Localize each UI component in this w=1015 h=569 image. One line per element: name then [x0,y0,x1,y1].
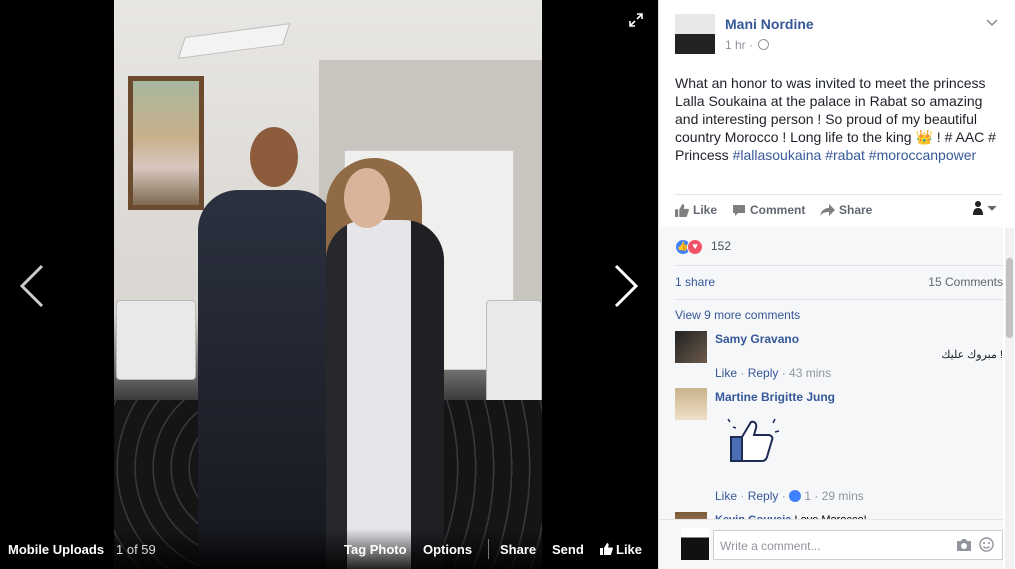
my-avatar [681,528,709,560]
comment-like-link[interactable]: Like [715,489,737,503]
ceiling-light [177,23,291,59]
chair-left [116,300,196,380]
album-link[interactable]: Mobile Uploads [8,542,104,557]
scroll-thumb[interactable] [1006,258,1013,338]
like-label: Like [616,542,643,557]
hashtag-link[interactable]: #lallasoukaina [733,147,822,163]
viewer-bottom-bar: Mobile Uploads 1 of 59 Tag Photo Options… [0,529,658,569]
comment-author[interactable]: Martine Brigitte Jung [715,390,835,404]
thumbs-up-icon [675,204,689,217]
post-text: What an honor to was invited to meet the… [675,74,1005,164]
post-like-button[interactable]: Like [675,203,717,217]
photo-counter: 1 of 59 [116,542,156,557]
post-timestamp[interactable]: 1 hr · [725,38,753,52]
emoji-icon[interactable] [979,537,994,552]
man-head [250,127,298,187]
fullscreen-icon[interactable] [628,12,644,28]
painting [128,76,204,210]
woman-face [344,168,390,228]
comment-avatar[interactable] [675,388,707,420]
comments-scrollbar[interactable] [1005,228,1014,569]
reaction-count[interactable]: 152 [711,239,731,253]
comments-count[interactable]: 15 Comments [928,275,1003,289]
man-figure [198,190,336,569]
shares-count[interactable]: 1 share [675,275,715,289]
comment-reply-link[interactable]: Reply [748,366,779,380]
comment-avatar[interactable] [675,331,707,363]
like-button[interactable]: Like [600,542,642,557]
comment-like-link[interactable]: Like [715,366,737,380]
divider [675,299,1003,300]
comment-reply-link[interactable]: Reply [748,489,779,503]
poster-avatar[interactable] [675,14,715,54]
next-arrow-icon[interactable] [612,262,640,310]
chevron-down-icon[interactable] [985,16,999,30]
send-button[interactable]: Send [552,542,584,557]
comment-actions: Like · Reply · 1 · 29 mins [715,489,864,503]
post-share-label: Share [839,203,873,217]
crown-emoji-icon: 👑 [915,129,933,145]
divider [488,539,489,559]
view-more-comments-link[interactable]: View 9 more comments [675,308,800,322]
post-like-label: Like [693,203,718,217]
divider [675,194,1002,195]
comment-like-count[interactable]: 1 [804,489,811,503]
post-panel: Mani Nordine 1 hr · What an honor to was… [658,0,1015,569]
comment-composer: Write a comment... [659,519,1003,569]
comment-icon [733,205,745,216]
share-arrow-icon [820,204,835,216]
globe-icon [758,39,769,50]
photo-viewer: Mobile Uploads 1 of 59 Tag Photo Options… [0,0,658,569]
woman-figure [326,220,444,569]
post-comment-button[interactable]: Comment [732,203,805,217]
comment-actions: Like · Reply · 43 mins [715,366,832,380]
love-reaction-icon: ♥ [687,238,703,255]
comment-time[interactable]: · 43 mins [782,366,831,380]
hashtag-link[interactable]: #moroccanpower [869,147,976,163]
camera-icon[interactable] [956,538,972,552]
options-button[interactable]: Options [423,542,472,557]
divider [675,265,1003,266]
previous-arrow-icon[interactable] [18,262,46,310]
profile-avatar-icon [973,201,997,215]
thumbs-up-sticker-icon [725,413,783,467]
comment-text: مبروك عليك ! [941,349,1003,361]
photo[interactable] [114,0,542,569]
post-comment-label: Comment [750,203,806,217]
thumbs-up-icon [600,543,613,555]
reactions-and-comments: 👍 ♥ 152 1 share 15 Comments View 9 more c… [659,227,1003,568]
poster-name[interactable]: Mani Nordine [725,16,814,32]
like-badge-icon [789,490,802,502]
reaction-icons[interactable]: 👍 ♥ [675,238,703,255]
post-share-button[interactable]: Share [820,203,872,217]
comment-author[interactable]: Samy Gravano [715,332,799,346]
share-button[interactable]: Share [500,542,536,557]
react-as-selector[interactable] [972,200,1002,216]
hashtag-link[interactable]: #rabat [825,147,865,163]
comment-time[interactable]: · 29 mins [814,489,863,503]
tag-photo-button[interactable]: Tag Photo [344,542,407,557]
